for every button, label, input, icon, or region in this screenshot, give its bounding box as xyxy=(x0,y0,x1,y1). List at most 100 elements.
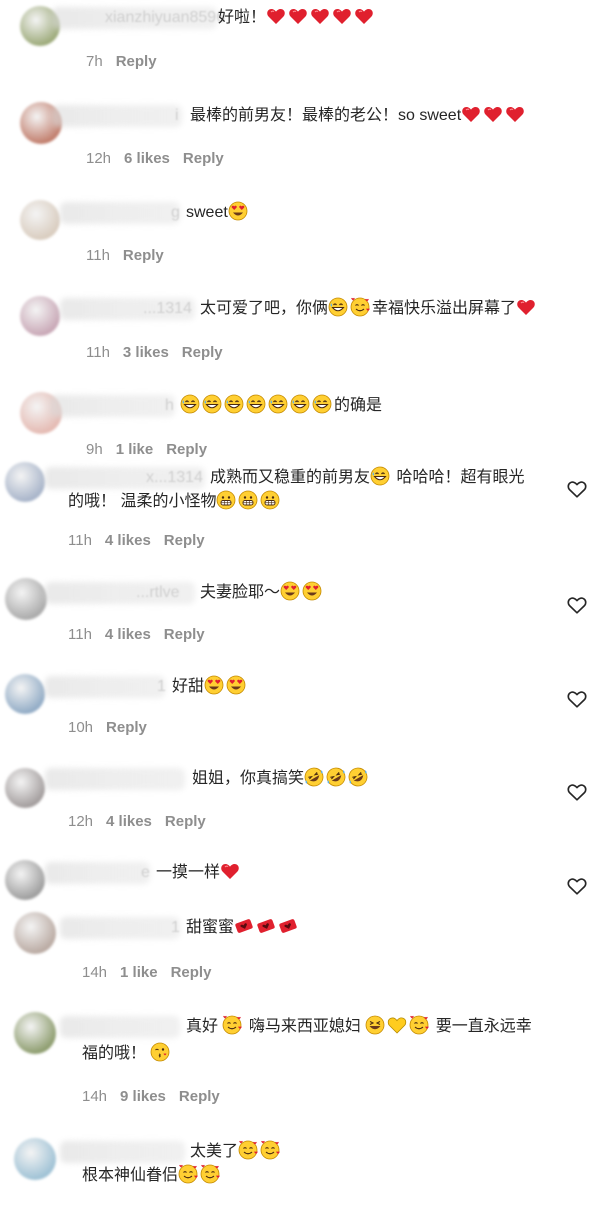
comment-text-part: 要一直永远幸 xyxy=(431,1018,532,1035)
avatar[interactable] xyxy=(14,1012,56,1054)
rofl-emoji xyxy=(326,767,346,787)
like-count[interactable]: 4 likes xyxy=(105,532,151,549)
like-heart-icon[interactable] xyxy=(566,478,588,500)
comment-meta: 11h Reply xyxy=(86,247,177,264)
like-count[interactable]: 1 like xyxy=(116,441,154,458)
comment-text-part: 一摸一样 xyxy=(156,864,221,881)
username-fragment[interactable]: e xyxy=(141,861,150,885)
comment-meta: 12h 6 likes Reply xyxy=(86,150,237,167)
comment-text-part: 福的哦！ xyxy=(82,1045,151,1062)
comment-text: 太美了 xyxy=(190,1140,282,1164)
reply-button[interactable]: Reply xyxy=(164,626,205,643)
reply-button[interactable]: Reply xyxy=(164,532,205,549)
username-blurred[interactable] xyxy=(50,395,175,417)
comment-text-part: 好甜 xyxy=(172,678,205,695)
avatar[interactable] xyxy=(5,578,47,620)
smiling-hearts-emoji xyxy=(238,1140,258,1160)
username-blurred[interactable] xyxy=(60,202,180,224)
username-blurred[interactable] xyxy=(52,105,182,127)
comment-text-part: 根本神仙眷侣 xyxy=(82,1167,179,1184)
like-count[interactable]: 6 likes xyxy=(124,150,170,167)
reply-button[interactable]: Reply xyxy=(165,813,206,830)
heart-eyes-emoji xyxy=(226,675,246,695)
heart-box-emoji xyxy=(256,916,276,936)
comment-text-part: 的哦！ 温柔的小怪物 xyxy=(68,493,217,510)
comment-text: 最棒的前男友！最棒的老公！so sweet xyxy=(190,104,527,128)
reply-button[interactable]: Reply xyxy=(179,1088,220,1105)
avatar[interactable] xyxy=(20,200,60,240)
comment-text: 甜蜜蜜 xyxy=(186,916,300,940)
username-fragment[interactable]: xianzhiyuan8596 xyxy=(105,6,225,30)
comment-text-part: sweet xyxy=(186,204,228,221)
username-fragment[interactable]: 1 xyxy=(171,916,180,940)
username-fragment[interactable]: i xyxy=(175,104,179,128)
like-heart-icon[interactable] xyxy=(566,688,588,710)
reply-button[interactable]: Reply xyxy=(171,964,212,981)
smiling-hearts-emoji xyxy=(260,1140,280,1160)
heart-box-emoji xyxy=(234,916,254,936)
username-fragment[interactable]: x...1314 xyxy=(146,466,203,490)
heart-eyes-emoji xyxy=(280,581,300,601)
like-count[interactable]: 3 likes xyxy=(123,344,169,361)
rofl-emoji xyxy=(304,767,324,787)
comment-text-part: 姐姐，你真搞笑 xyxy=(192,770,305,787)
username-blurred[interactable] xyxy=(60,917,180,939)
avatar[interactable] xyxy=(14,912,56,954)
comment-text: 夫妻脸耶～ xyxy=(200,581,324,605)
comment-text-line2: 的哦！ 温柔的小怪物 xyxy=(68,490,282,514)
comment-text-part: 嗨马来西亚媳妇 xyxy=(244,1018,366,1035)
laugh-closed-emoji xyxy=(365,1015,385,1035)
avatar[interactable] xyxy=(20,296,60,336)
comment-text-part: 真好 xyxy=(186,1018,223,1035)
reply-button[interactable]: Reply xyxy=(106,719,147,736)
comment-meta: 11h 4 likes Reply xyxy=(68,626,218,643)
grimace-emoji xyxy=(238,490,258,510)
username-fragment[interactable]: 1 xyxy=(157,675,166,699)
avatar[interactable] xyxy=(5,860,45,900)
grin-sweat-emoji xyxy=(312,394,332,414)
username-fragment[interactable]: h xyxy=(165,394,174,418)
username-fragment[interactable]: g xyxy=(171,201,180,225)
comment-time: 9h xyxy=(86,441,103,458)
comment-text-part: 好啦！ xyxy=(218,9,267,26)
avatar[interactable] xyxy=(5,462,45,502)
like-heart-icon[interactable] xyxy=(566,875,588,897)
comment-meta: 11h 4 likes Reply xyxy=(68,532,218,549)
avatar[interactable] xyxy=(5,674,45,714)
like-count[interactable]: 1 like xyxy=(120,964,158,981)
comment-text-part: 甜蜜蜜 xyxy=(186,919,235,936)
grimace-emoji xyxy=(216,490,236,510)
username-blurred[interactable] xyxy=(45,862,150,884)
comment-text: 一摸一样 xyxy=(156,861,242,885)
reply-button[interactable]: Reply xyxy=(166,441,207,458)
like-count[interactable]: 9 likes xyxy=(120,1088,166,1105)
comment-meta: 14h 1 like Reply xyxy=(82,964,224,981)
like-count[interactable]: 4 likes xyxy=(106,813,152,830)
username-blurred[interactable] xyxy=(45,768,185,790)
heart-eyes-emoji xyxy=(204,675,224,695)
reply-button[interactable]: Reply xyxy=(123,247,164,264)
grin-sweat-emoji xyxy=(246,394,266,414)
username-blurred[interactable] xyxy=(60,1016,180,1038)
smiling-hearts-emoji xyxy=(178,1164,198,1184)
grin-sweat-emoji xyxy=(290,394,310,414)
reply-button[interactable]: Reply xyxy=(183,150,224,167)
username-blurred[interactable] xyxy=(60,1141,185,1163)
comment-meta: 14h 9 likes Reply xyxy=(82,1088,233,1105)
red-heart-emoji xyxy=(461,104,481,124)
reply-button[interactable]: Reply xyxy=(116,53,157,70)
grin-sweat-emoji xyxy=(268,394,288,414)
rofl-emoji xyxy=(348,767,368,787)
avatar[interactable] xyxy=(14,1138,56,1180)
comment-meta: 9h 1 like Reply xyxy=(86,441,220,458)
heart-box-emoji xyxy=(278,916,298,936)
reply-button[interactable]: Reply xyxy=(182,344,223,361)
like-heart-icon[interactable] xyxy=(566,781,588,803)
username-fragment[interactable]: ...1314 xyxy=(143,297,192,321)
red-heart-emoji xyxy=(505,104,525,124)
username-blurred[interactable] xyxy=(45,676,165,698)
username-fragment[interactable]: ...rtlve xyxy=(136,581,180,605)
avatar[interactable] xyxy=(5,768,45,808)
like-heart-icon[interactable] xyxy=(566,594,588,616)
like-count[interactable]: 4 likes xyxy=(105,626,151,643)
